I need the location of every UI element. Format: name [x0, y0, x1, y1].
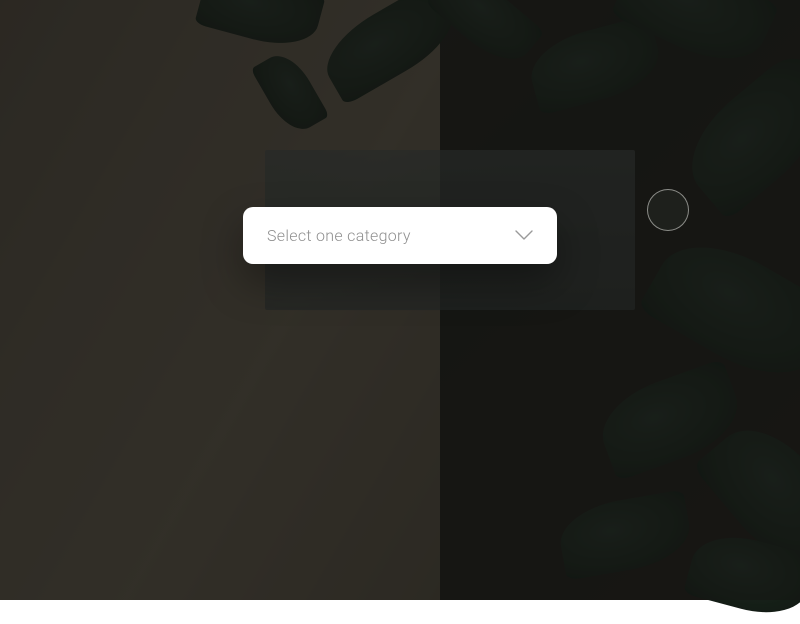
content-area: Select one category [0, 0, 800, 600]
circle-indicator [647, 189, 689, 231]
category-dropdown[interactable]: Select one category [243, 207, 557, 264]
chevron-down-icon [515, 227, 533, 245]
dropdown-placeholder: Select one category [267, 226, 411, 245]
